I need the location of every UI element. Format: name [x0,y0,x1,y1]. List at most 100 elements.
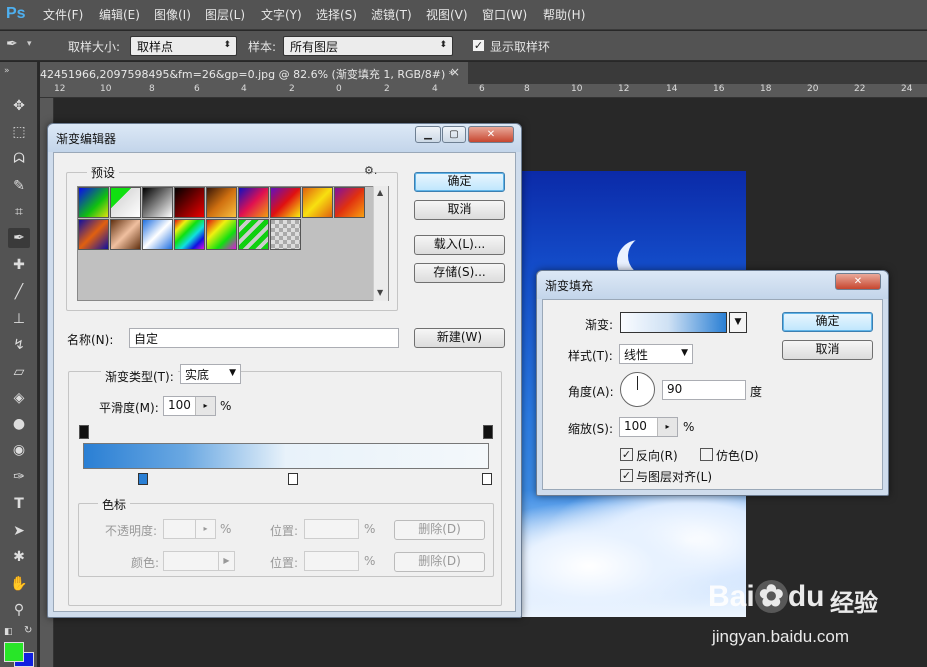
history-brush-tool-icon[interactable]: ↯ [8,335,30,355]
preset-swatch[interactable] [270,187,301,218]
preset-swatch[interactable] [142,187,173,218]
marquee-tool-icon[interactable]: ⬚ [8,122,30,142]
quick-select-tool-icon[interactable]: ✎ [8,176,30,196]
chevron-right-icon[interactable]: ▸ [657,418,677,436]
pen-tool-icon[interactable]: ✑ [8,467,30,487]
sample-size-select[interactable]: 取样点 ⬍ [130,36,237,56]
foreground-color-swatch[interactable] [4,642,24,662]
chevron-down-icon[interactable]: ▾ [27,39,32,49]
align-checkbox[interactable]: ✓ [620,469,633,482]
ok-button[interactable]: 确定 [782,312,873,332]
dodge-tool-icon[interactable]: ◉ [8,440,30,460]
eraser-tool-icon[interactable]: ▱ [8,362,30,382]
type-tool-icon[interactable]: T [8,494,30,514]
preset-swatch[interactable] [302,187,333,218]
menu-image[interactable]: 图像(I) [154,6,191,23]
location-input[interactable] [304,519,359,539]
preset-swatch[interactable] [78,219,109,250]
reverse-checkbox[interactable]: ✓ [620,448,633,461]
smoothness-input[interactable]: 100 ▸ [163,396,216,416]
opacity-stop-left[interactable] [79,425,89,439]
sample-select[interactable]: 所有图层 ⬍ [283,36,453,56]
gradient-preview-bar[interactable] [83,443,489,469]
dither-checkbox[interactable]: ✓ [700,448,713,461]
blur-tool-icon[interactable]: ● [8,414,30,434]
close-icon[interactable]: ✕ [468,126,514,143]
scroll-down-icon[interactable]: ▼ [377,288,383,297]
preset-swatch[interactable] [270,219,301,250]
presets-scrollbar[interactable]: ▲ ▼ [373,186,388,301]
preset-swatch[interactable] [78,187,109,218]
preset-swatch[interactable] [110,187,141,218]
healing-brush-tool-icon[interactable]: ✚ [8,255,30,275]
menu-file[interactable]: 文件(F) [43,6,83,23]
color-location-input[interactable] [304,551,359,571]
gradient-type-select[interactable]: 实底 ▼ [180,364,241,384]
cancel-button[interactable]: 取消 [414,200,505,220]
scroll-up-icon[interactable]: ▲ [377,188,383,197]
lasso-tool-icon[interactable]: ᗣ [8,149,30,169]
menu-view[interactable]: 视图(V) [426,6,468,23]
color-stop-right[interactable] [482,473,492,485]
color-stop-blue[interactable] [138,473,148,485]
minimize-icon[interactable]: ▁ [415,126,441,143]
name-input[interactable]: 自定 [129,328,399,348]
preset-swatch[interactable] [174,219,205,250]
gradient-picker[interactable] [620,312,727,333]
hand-tool-icon[interactable]: ✋ [8,574,30,594]
menu-edit[interactable]: 编辑(E) [99,6,140,23]
chevron-right-icon[interactable]: ▸ [195,520,215,538]
new-button[interactable]: 新建(W) [414,328,505,348]
preset-swatch[interactable] [206,219,237,250]
preset-swatch[interactable] [238,187,269,218]
show-ring-checkbox[interactable]: ✓ [472,39,485,52]
opacity-input[interactable]: ▸ [163,519,216,539]
close-icon[interactable]: ✕ [835,273,881,290]
default-colors-icon[interactable]: ◧ [4,627,13,637]
preset-swatch[interactable] [238,219,269,250]
ok-button[interactable]: 确定 [414,172,505,192]
style-select[interactable]: 线性 ▼ [619,344,693,364]
brush-tool-icon[interactable]: ╱ [8,282,30,302]
chevron-right-icon[interactable]: ▶ [218,552,234,570]
preset-swatch[interactable] [110,219,141,250]
cancel-button[interactable]: 取消 [782,340,873,360]
close-tab-icon[interactable]: × [450,65,460,79]
menu-layer[interactable]: 图层(L) [205,6,245,23]
angle-dial[interactable] [620,372,655,407]
paint-bucket-tool-icon[interactable]: ◈ [8,388,30,408]
maximize-icon[interactable]: ▢ [442,126,466,143]
color-picker-field[interactable]: ▶ [163,551,235,571]
eyedropper-tool-icon[interactable]: ✒ [6,36,24,54]
swap-colors-icon[interactable]: ↻ [24,625,32,636]
menu-window[interactable]: 窗口(W) [482,6,527,23]
color-stop-middle[interactable] [288,473,298,485]
preset-swatch[interactable] [174,187,205,218]
preset-swatch[interactable] [206,187,237,218]
chevron-down-icon[interactable]: ▼ [729,312,747,333]
scale-input[interactable]: 100 ▸ [619,417,678,437]
delete-opacity-stop-button[interactable]: 删除(D) [394,520,485,540]
collapse-icon[interactable]: » [4,66,10,76]
menu-type[interactable]: 文字(Y) [261,6,302,23]
load-button[interactable]: 载入(L)... [414,235,505,255]
preset-swatch[interactable] [334,187,365,218]
opacity-stop-right[interactable] [483,425,493,439]
menu-filter[interactable]: 滤镜(T) [371,6,412,23]
eyedropper-tool-icon[interactable]: ✒ [8,228,30,248]
save-button[interactable]: 存储(S)... [414,263,505,283]
menu-help[interactable]: 帮助(H) [543,6,585,23]
path-selection-tool-icon[interactable]: ➤ [8,521,30,541]
zoom-tool-icon[interactable]: ⚲ [8,600,30,620]
delete-color-stop-button[interactable]: 删除(D) [394,552,485,572]
menu-select[interactable]: 选择(S) [316,6,357,23]
move-tool-icon[interactable]: ✥ [8,96,30,116]
chevron-right-icon[interactable]: ▸ [195,397,215,415]
preset-swatch[interactable] [142,219,173,250]
angle-input[interactable]: 90 [662,380,746,400]
crop-tool-icon[interactable]: ⌗ [8,202,30,222]
document-tab[interactable]: 42451966,2097598495&fm=26&gp=0.jpg @ 82.… [40,62,468,84]
clone-stamp-tool-icon[interactable]: ⊥ [8,309,30,329]
shape-tool-icon[interactable]: ✱ [8,547,30,567]
gear-icon[interactable]: ⚙. [364,164,377,177]
